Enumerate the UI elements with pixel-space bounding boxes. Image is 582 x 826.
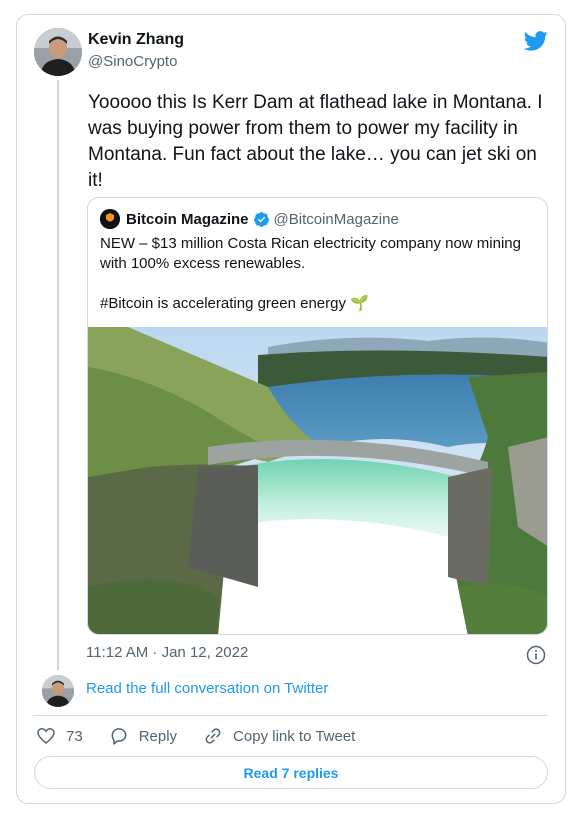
tweet-actions: 73 Reply Copy link to Tweet — [36, 725, 381, 747]
tweet-text: Yooooo this Is Kerr Dam at flathead lake… — [88, 92, 543, 191]
dam-photo-image[interactable] — [88, 327, 547, 634]
twitter-bird-icon[interactable] — [524, 30, 548, 52]
reply-label: Reply — [138, 727, 178, 745]
quoted-author-avatar — [100, 209, 120, 229]
like-button[interactable]: 73 — [36, 726, 83, 746]
quoted-author-handle: @BitcoinMagazine — [273, 210, 399, 228]
copy-link-button[interactable]: Copy link to Tweet — [203, 726, 355, 746]
quoted-author-name: Bitcoin Magazine — [126, 210, 249, 228]
quoted-tweet-line-1: NEW – $13 million Costa Rican electricit… — [100, 235, 521, 272]
read-replies-button[interactable]: Read 7 replies — [34, 756, 548, 789]
like-count: 73 — [66, 727, 83, 745]
copy-link-label: Copy link to Tweet — [233, 727, 356, 745]
tweet-timestamp[interactable]: 11:12 AM · Jan 12, 2022 — [86, 644, 248, 661]
verified-badge-icon — [253, 211, 269, 227]
read-conversation-link[interactable]: Read the full conversation on Twitter — [86, 680, 328, 697]
quoted-tweet-line-2: #Bitcoin is accelerating green energy 🌱 — [100, 295, 369, 312]
author-handle[interactable]: @SinoCrypto — [88, 53, 177, 70]
link-icon — [205, 728, 221, 744]
quoted-tweet[interactable]: Bitcoin Magazine @BitcoinMagazine NEW – … — [87, 197, 548, 635]
reply-icon — [111, 728, 127, 745]
info-icon[interactable] — [526, 645, 546, 665]
heart-icon — [37, 727, 55, 745]
author-avatar[interactable] — [34, 28, 82, 76]
divider — [34, 715, 548, 716]
author-avatar-small[interactable] — [42, 675, 74, 707]
author-name[interactable]: Kevin Zhang — [88, 31, 184, 49]
quoted-tweet-text: NEW – $13 million Costa Rican electricit… — [100, 234, 540, 314]
reply-button[interactable]: Reply — [109, 726, 177, 746]
quoted-tweet-header: Bitcoin Magazine @BitcoinMagazine — [100, 209, 399, 229]
thread-line — [57, 80, 59, 670]
